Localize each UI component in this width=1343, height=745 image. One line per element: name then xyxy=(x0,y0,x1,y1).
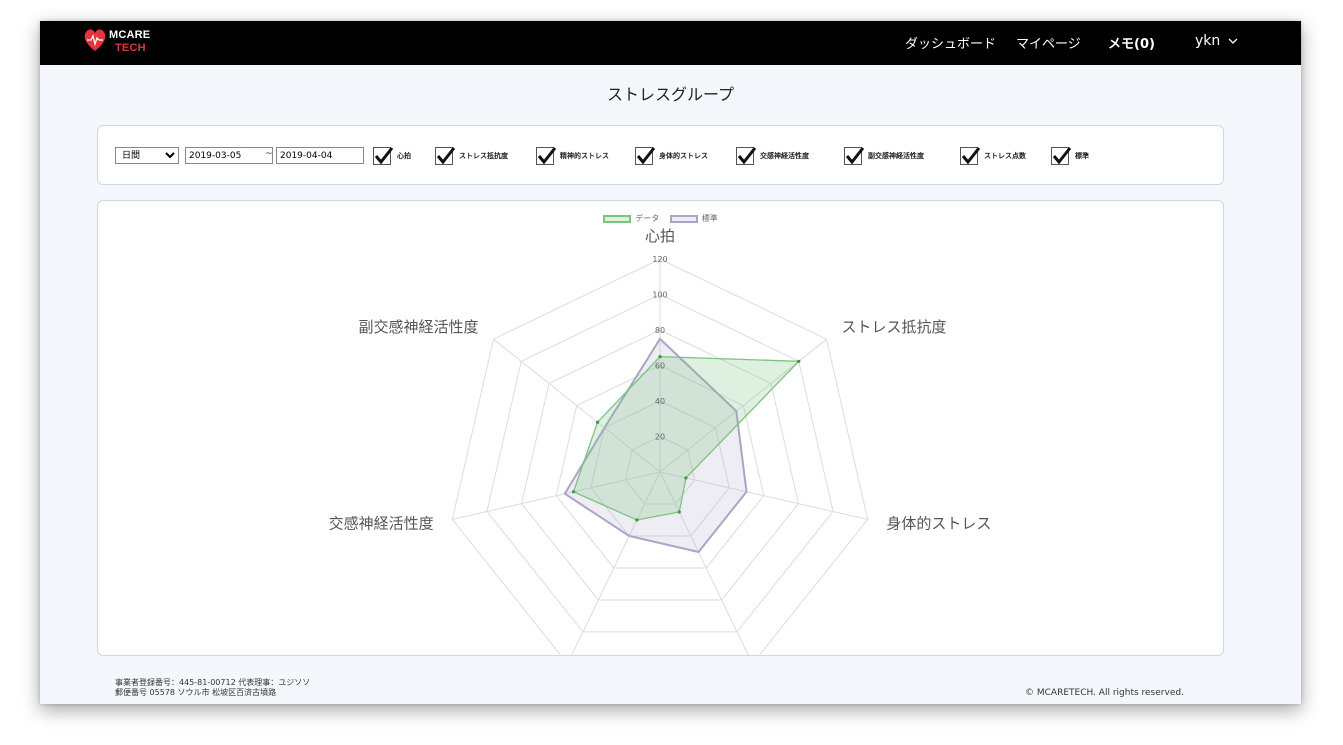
heart-logo-icon xyxy=(84,29,106,51)
radar-data-point xyxy=(635,518,639,522)
radar-data-point xyxy=(677,510,681,514)
checkbox-label: 身体的ストレス xyxy=(659,152,708,160)
radar-tick-label: 80 xyxy=(655,326,665,335)
radar-tick-label: 60 xyxy=(655,362,665,371)
radar-axis-label: 身体的ストレス xyxy=(886,515,991,533)
user-menu[interactable]: ykn xyxy=(1195,33,1238,49)
radar-data-point xyxy=(797,359,801,363)
checkbox[interactable] xyxy=(960,147,981,165)
checkbox[interactable] xyxy=(435,147,456,165)
checkbox-label: 交感神経活性度 xyxy=(760,152,809,160)
nav-mypage-link[interactable]: マイページ xyxy=(1016,33,1081,52)
period-select[interactable]: 日間 xyxy=(115,147,179,164)
footer-company-info: 事業者登録番号：445-81-00712 代表理事：ユジソソ 郵便番号 0557… xyxy=(115,678,310,698)
radar-chart-card: データ 標準 20406080100120心拍ストレス抵抗度身体的ストレス精神的… xyxy=(97,200,1224,656)
checkbox-item[interactable]: ストレス点数 xyxy=(960,146,1026,166)
checkbox-item[interactable]: 身体的ストレス xyxy=(635,146,708,166)
radar-data-point xyxy=(684,476,688,480)
radar-data-point xyxy=(658,355,662,359)
brand-logo[interactable]: MCARE TECH xyxy=(83,25,173,59)
nav-dashboard-link[interactable]: ダッシュボード xyxy=(905,33,996,52)
checkbox[interactable] xyxy=(635,147,656,165)
filter-panel: 日間 ~ 心拍 ストレス抵抗度 精神的ストレス 身体的ストレス 交感神経活性度 副交感神経… xyxy=(97,125,1224,185)
checkbox-label: 標準 xyxy=(1075,152,1089,160)
browser-window: MCARE TECH ダッシュボード マイページ メモ(0) ykn ストレスグ… xyxy=(40,21,1301,704)
date-separator: ~ xyxy=(265,149,273,159)
checkmark-icon xyxy=(737,147,757,165)
footer-address: 郵便番号 05578 ソウル市 松坡区百済古墳路 xyxy=(115,688,277,697)
checkmark-icon xyxy=(636,147,656,165)
radar-axis-label: 交感神経活性度 xyxy=(329,515,434,533)
checkbox-label: ストレス抵抗度 xyxy=(459,152,508,160)
checkbox-label: 精神的ストレス xyxy=(560,152,609,160)
radar-tick-label: 40 xyxy=(655,397,665,406)
brand-name-line1: MCARE xyxy=(109,29,151,41)
checkbox-item[interactable]: 精神的ストレス xyxy=(536,146,609,166)
footer-registration: 事業者登録番号：445-81-00712 代表理事：ユジソソ xyxy=(115,678,311,687)
radar-axis-label: 副交感神経活性度 xyxy=(358,318,478,336)
checkbox[interactable] xyxy=(844,147,865,165)
radar-tick-label: 20 xyxy=(655,433,665,442)
checkmark-icon xyxy=(1052,147,1072,165)
checkbox[interactable] xyxy=(1051,147,1072,165)
checkmark-icon xyxy=(436,147,456,165)
checkmark-icon xyxy=(537,147,557,165)
checkbox-label: 心拍 xyxy=(397,152,411,160)
checkbox-item[interactable]: 心拍 xyxy=(373,146,411,166)
date-to-input[interactable] xyxy=(276,147,364,164)
page-title: ストレスグループ xyxy=(606,85,735,104)
checkbox[interactable] xyxy=(736,147,757,165)
footer-copyright: © MCARETECH. All rights reserved. xyxy=(1025,688,1184,698)
date-from-input[interactable] xyxy=(185,147,273,164)
checkmark-icon xyxy=(374,147,394,165)
checkmark-icon xyxy=(961,147,981,165)
checkbox-label: ストレス点数 xyxy=(984,152,1026,160)
checkbox-label: 副交感神経活性度 xyxy=(868,152,924,160)
user-name: ykn xyxy=(1195,33,1221,49)
checkbox[interactable] xyxy=(373,147,394,165)
checkbox-item[interactable]: 副交感神経活性度 xyxy=(844,146,924,166)
radar-data-point xyxy=(571,490,576,494)
radar-chart: 20406080100120心拍ストレス抵抗度身体的ストレス精神的ストレスストレ… xyxy=(329,227,991,655)
checkbox-item[interactable]: 標準 xyxy=(1051,146,1089,166)
radar-tick-label: 120 xyxy=(652,255,667,264)
checkbox-item[interactable]: ストレス抵抗度 xyxy=(435,146,508,166)
radar-axis-label: 心拍 xyxy=(645,227,675,245)
chevron-down-icon xyxy=(1228,38,1238,44)
checkmark-icon xyxy=(845,147,865,165)
checkbox-item[interactable]: 交感神経活性度 xyxy=(736,146,809,166)
radar-axis-label: ストレス抵抗度 xyxy=(842,318,947,336)
top-navbar: MCARE TECH ダッシュボード マイページ メモ(0) ykn xyxy=(40,21,1301,65)
radar-data-point xyxy=(595,420,600,424)
checkbox[interactable] xyxy=(536,147,557,165)
brand-name-line2: TECH xyxy=(115,42,146,54)
nav-memo-link[interactable]: メモ(0) xyxy=(1108,33,1155,52)
radar-tick-label: 100 xyxy=(652,291,667,300)
